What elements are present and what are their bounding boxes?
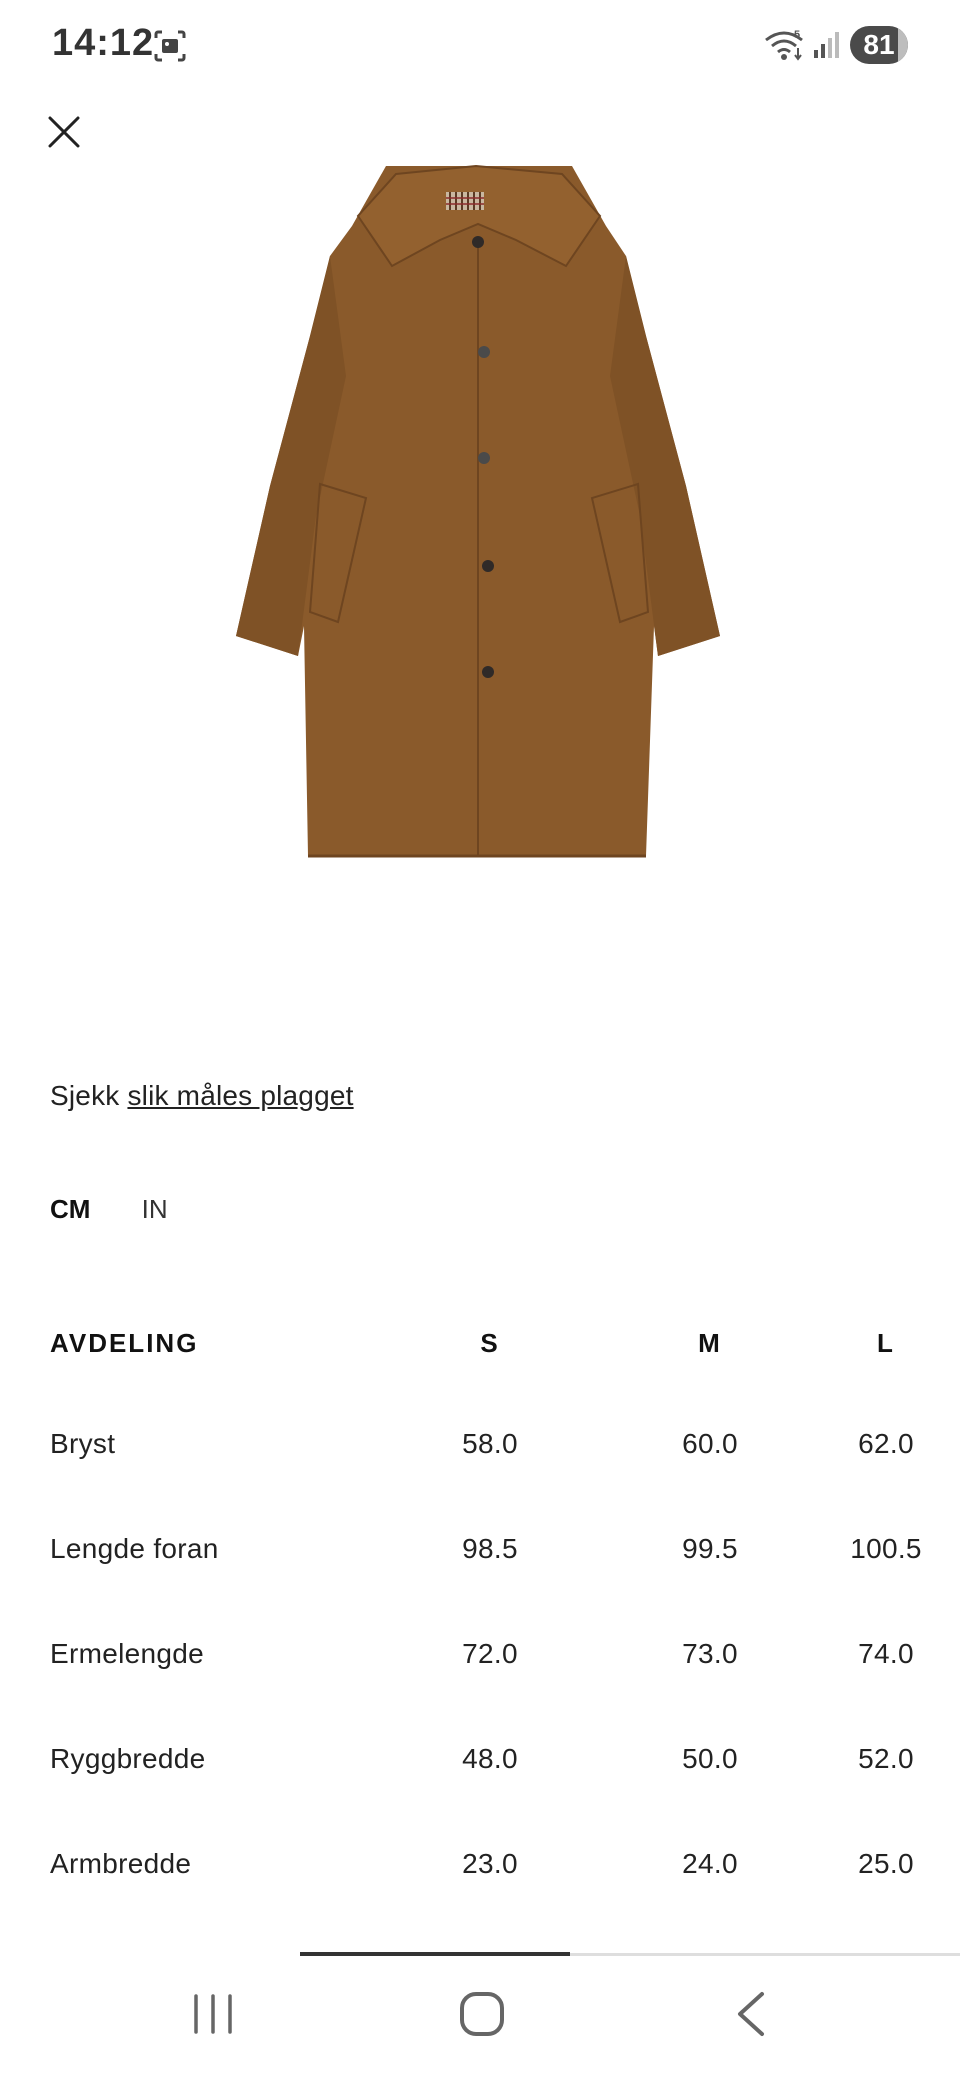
value-l: 25.0 bbox=[858, 1848, 914, 1879]
table-header-row: AVDELING S M L bbox=[50, 1328, 950, 1368]
coat-image bbox=[236, 164, 720, 858]
value-s: 58.0 bbox=[462, 1428, 518, 1459]
status-time: 14:12 bbox=[52, 22, 155, 64]
value-s: 72.0 bbox=[462, 1638, 518, 1669]
close-icon[interactable] bbox=[44, 112, 84, 152]
wifi-icon: 5 bbox=[765, 29, 803, 61]
table-row: Ryggbredde 48.0 50.0 52.0 bbox=[50, 1743, 950, 1783]
row-label: Lengde foran bbox=[50, 1533, 219, 1564]
value-m: 73.0 bbox=[682, 1638, 738, 1669]
home-icon[interactable] bbox=[458, 1990, 506, 2038]
value-l: 74.0 bbox=[858, 1638, 914, 1669]
value-m: 60.0 bbox=[682, 1428, 738, 1459]
measure-guide-link[interactable]: slik måles plagget bbox=[127, 1080, 353, 1111]
row-label: Ryggbredde bbox=[50, 1743, 206, 1774]
value-m: 99.5 bbox=[682, 1533, 738, 1564]
value-m: 24.0 bbox=[682, 1848, 738, 1879]
back-icon[interactable] bbox=[734, 1990, 770, 2038]
value-m: 50.0 bbox=[682, 1743, 738, 1774]
row-label: Bryst bbox=[50, 1428, 116, 1459]
value-l: 100.5 bbox=[850, 1533, 922, 1564]
status-bar: 14:12 5 81 bbox=[0, 0, 960, 90]
value-s: 48.0 bbox=[462, 1743, 518, 1774]
header-size-l: L bbox=[877, 1328, 895, 1358]
system-nav-bar bbox=[0, 1972, 960, 2080]
svg-text:5: 5 bbox=[794, 29, 800, 41]
recents-icon[interactable] bbox=[190, 1992, 236, 2036]
header-size-m: M bbox=[698, 1328, 722, 1358]
unit-cm-tab[interactable]: CM bbox=[50, 1194, 90, 1225]
row-label: Armbredde bbox=[50, 1848, 192, 1879]
screenshot-icon bbox=[154, 30, 186, 62]
signal-icon bbox=[814, 32, 839, 58]
header-size-s: S bbox=[480, 1328, 500, 1358]
unit-toggle: CM IN bbox=[50, 1194, 168, 1225]
table-row: Bryst 58.0 60.0 62.0 bbox=[50, 1428, 950, 1468]
table-row: Lengde foran 98.5 99.5 100.5 bbox=[50, 1533, 950, 1573]
measure-prefix: Sjekk bbox=[50, 1080, 128, 1111]
header-section: AVDELING bbox=[50, 1328, 199, 1358]
battery-level: 81 bbox=[863, 29, 895, 60]
battery-icon: 81 bbox=[850, 26, 908, 64]
value-l: 62.0 bbox=[858, 1428, 914, 1459]
value-s: 98.5 bbox=[462, 1533, 518, 1564]
measure-help-text: Sjekk slik måles plagget bbox=[50, 1080, 354, 1112]
table-row: Armbredde 23.0 24.0 25.0 bbox=[50, 1848, 950, 1888]
table-row: Ermelengde 72.0 73.0 74.0 bbox=[50, 1638, 950, 1678]
size-guide-screen: 14:12 5 81 Sjekk slik måles plagget CM I… bbox=[0, 0, 960, 2080]
value-s: 23.0 bbox=[462, 1848, 518, 1879]
row-label: Ermelengde bbox=[50, 1638, 204, 1669]
unit-in-tab[interactable]: IN bbox=[142, 1194, 168, 1225]
value-l: 52.0 bbox=[858, 1743, 914, 1774]
scroll-thumb[interactable] bbox=[300, 1952, 570, 1956]
